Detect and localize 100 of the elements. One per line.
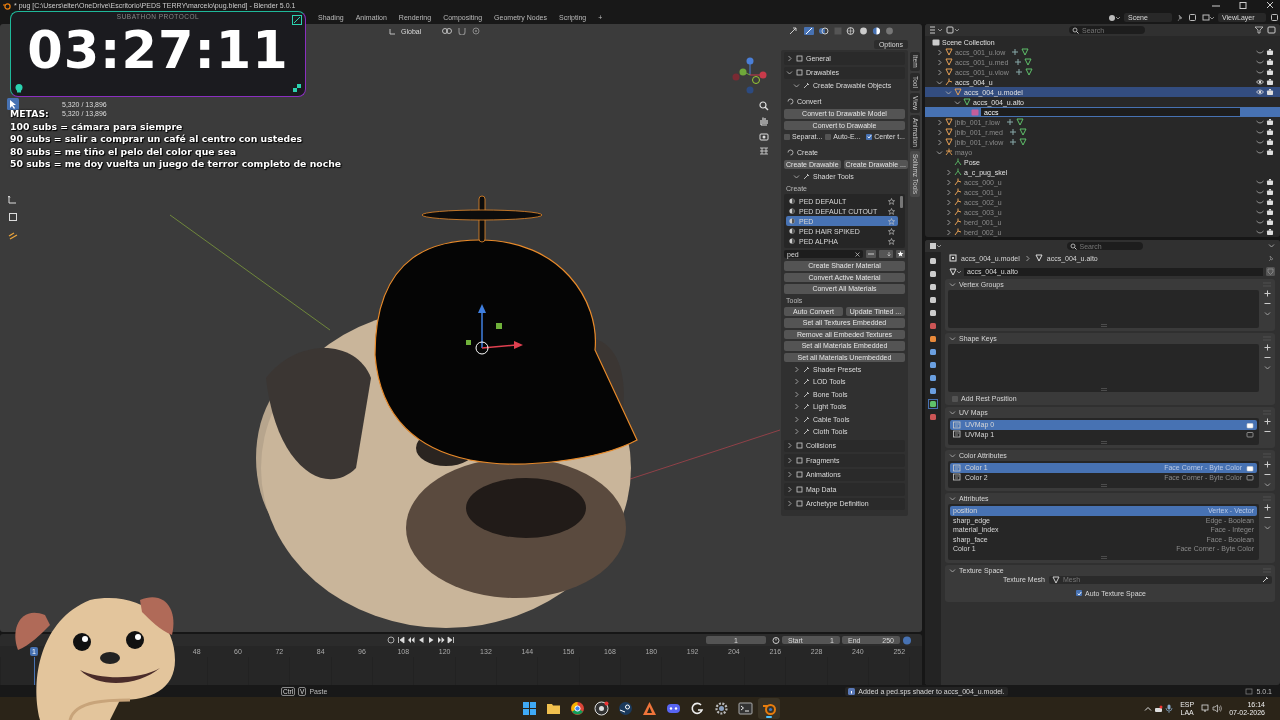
network-icon[interactable]: [1201, 704, 1211, 713]
solid-shading-icon[interactable]: [859, 27, 868, 35]
zoom-icon[interactable]: [759, 101, 769, 111]
navigation-gizmo-icon[interactable]: [732, 57, 767, 94]
cursor-arrow-icon[interactable]: [7, 98, 19, 110]
camera-icon[interactable]: [1266, 198, 1274, 206]
checkbox[interactable]: [866, 133, 873, 140]
clear-icon[interactable]: [855, 251, 860, 257]
display-mode-icon[interactable]: [929, 26, 943, 34]
camera-icon[interactable]: [1266, 78, 1274, 86]
rendered-shading-icon[interactable]: [885, 27, 894, 35]
star-icon[interactable]: [888, 237, 895, 245]
camera-icon[interactable]: [1266, 148, 1274, 156]
remove-icon[interactable]: [1264, 354, 1271, 361]
add-icon[interactable]: [1264, 344, 1271, 351]
camera-icon[interactable]: [1266, 128, 1274, 136]
move-arrows-icon[interactable]: [8, 194, 18, 204]
browser-icon[interactable]: [569, 701, 585, 716]
camera-icon[interactable]: [1266, 138, 1274, 146]
collapse-chevron-icon[interactable]: [793, 172, 800, 180]
expand-chevron-icon[interactable]: [945, 228, 952, 236]
expand-chevron-icon[interactable]: [793, 378, 800, 386]
expand-chevron-icon[interactable]: [936, 118, 943, 126]
triangle-logo-icon[interactable]: [641, 701, 657, 716]
jump-end-icon[interactable]: [447, 636, 455, 644]
invert-filter-icon[interactable]: [866, 250, 876, 259]
tray-app-icon[interactable]: [1154, 704, 1164, 713]
scene-icon[interactable]: [1108, 13, 1120, 22]
add-icon[interactable]: [1264, 504, 1271, 511]
overlays-icon[interactable]: [818, 27, 830, 35]
expand-chevron-icon[interactable]: [786, 442, 793, 450]
options-chevron-icon[interactable]: [1268, 242, 1276, 250]
select-mode-icon[interactable]: [804, 27, 814, 35]
windows-logo-icon[interactable]: [521, 701, 537, 716]
chat-icon[interactable]: [665, 701, 681, 716]
expand-chevron-icon[interactable]: [793, 390, 800, 398]
jump-start-icon[interactable]: [397, 636, 405, 644]
camera-icon[interactable]: [1266, 228, 1274, 236]
steam-icon[interactable]: [617, 701, 633, 716]
magnet-icon[interactable]: [457, 27, 468, 35]
camera-icon[interactable]: [759, 131, 769, 141]
remove-icon[interactable]: [1264, 514, 1271, 521]
expand-chevron-icon[interactable]: [945, 198, 952, 206]
expand-chevron-icon[interactable]: [793, 428, 800, 436]
expand-chevron-icon[interactable]: [945, 188, 952, 196]
camera-icon[interactable]: [1266, 88, 1274, 96]
checkbox[interactable]: [952, 395, 958, 402]
wireframe-shading-icon[interactable]: [846, 27, 855, 35]
expand-chevron-icon[interactable]: [945, 168, 952, 176]
pin-icon[interactable]: [1176, 13, 1184, 22]
star-icon[interactable]: [888, 207, 895, 215]
grid-icon[interactable]: [759, 146, 769, 156]
eye-icon[interactable]: [1256, 78, 1264, 86]
folder-icon[interactable]: [545, 701, 561, 716]
collapse-chevron-icon[interactable]: [936, 78, 943, 86]
favorite-filter-icon[interactable]: [896, 250, 905, 259]
remove-icon[interactable]: [1264, 300, 1271, 307]
speaker-icon[interactable]: [1212, 704, 1223, 713]
remove-icon[interactable]: [1264, 471, 1271, 478]
orientation-axes-icon[interactable]: [389, 27, 397, 35]
play-icon[interactable]: [427, 636, 435, 644]
expand-chevron-icon[interactable]: [945, 218, 952, 226]
expand-chevron-icon[interactable]: [786, 471, 793, 479]
add-icon[interactable]: [1264, 461, 1271, 468]
eyedropper-icon[interactable]: [1262, 576, 1269, 583]
star-icon[interactable]: [888, 227, 895, 235]
mesh-browse-icon[interactable]: [949, 267, 961, 276]
collapse-chevron-icon[interactable]: [954, 98, 961, 106]
expand-chevron-icon[interactable]: [945, 178, 952, 186]
pin-icon[interactable]: [1267, 254, 1275, 262]
gizmo-toggle-icon[interactable]: [788, 27, 800, 35]
camera-icon[interactable]: [1266, 118, 1274, 126]
expand-chevron-icon[interactable]: [793, 365, 800, 373]
collapse-chevron-icon[interactable]: [786, 69, 793, 77]
camera-icon[interactable]: [1266, 68, 1274, 76]
expand-chevron-icon[interactable]: [786, 54, 793, 62]
expand-chevron-icon[interactable]: [786, 500, 793, 508]
new-collection-icon[interactable]: [1267, 26, 1276, 34]
properties-tab-icon[interactable]: [929, 400, 937, 408]
prev-keyframe-icon[interactable]: [407, 636, 415, 644]
expand-chevron-icon[interactable]: [786, 456, 793, 464]
camera-icon[interactable]: [1266, 48, 1274, 56]
expand-chevron-icon[interactable]: [936, 138, 943, 146]
pencil-icon[interactable]: [8, 230, 18, 240]
eye-icon[interactable]: [1256, 88, 1264, 96]
record-icon[interactable]: [593, 701, 609, 716]
checkbox[interactable]: [784, 133, 790, 140]
new-scene-icon[interactable]: [1188, 13, 1198, 22]
camera-icon[interactable]: [1266, 208, 1274, 216]
expand-chevron-icon[interactable]: [936, 68, 943, 76]
microphone-icon[interactable]: [1165, 704, 1174, 713]
stopwatch-icon[interactable]: [772, 636, 780, 644]
star-icon[interactable]: [888, 197, 895, 205]
material-shading-icon[interactable]: [872, 27, 881, 35]
view-layer-icon[interactable]: [1202, 13, 1214, 22]
expand-chevron-icon[interactable]: [936, 128, 943, 136]
expand-chevron-icon[interactable]: [793, 403, 800, 411]
preview-range-icon[interactable]: [902, 635, 912, 645]
chevron-up-icon[interactable]: [1144, 704, 1153, 713]
filter-icon[interactable]: [1254, 26, 1264, 34]
